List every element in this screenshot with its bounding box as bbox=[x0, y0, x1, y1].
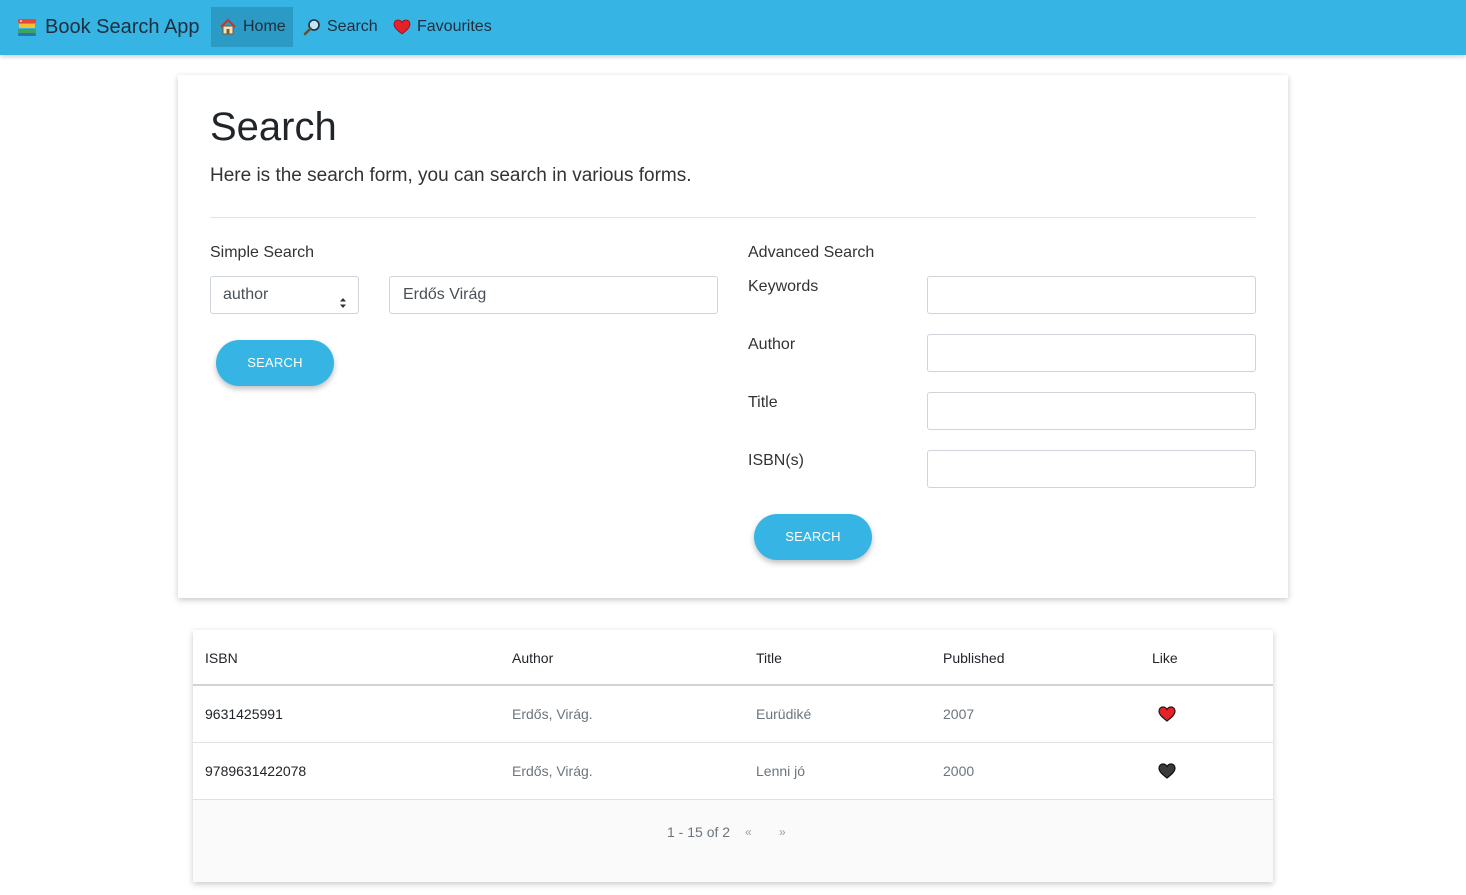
nav-search[interactable]: Search bbox=[295, 7, 385, 47]
isbn-input[interactable] bbox=[927, 450, 1256, 488]
advanced-search-label: Advanced Search bbox=[748, 244, 875, 261]
row-author: Erdős, Virág. bbox=[512, 763, 593, 779]
column-header-like[interactable]: Like bbox=[1152, 650, 1178, 666]
row-title: Eurüdiké bbox=[756, 706, 812, 722]
heart-icon bbox=[393, 18, 411, 36]
top-navbar: Book Search App Home Search Favourites bbox=[0, 0, 1466, 55]
liked-heart-icon[interactable] bbox=[1158, 706, 1176, 722]
search-field-select[interactable]: author bbox=[210, 276, 359, 314]
row-divider bbox=[193, 742, 1273, 743]
unliked-heart-icon[interactable] bbox=[1158, 763, 1176, 779]
simple-search-input[interactable]: Erdős Virág bbox=[389, 276, 718, 314]
simple-search-input-value: Erdős Virág bbox=[403, 286, 487, 303]
title-label: Title bbox=[748, 394, 778, 411]
isbn-label: ISBN(s) bbox=[748, 452, 804, 469]
select-caret-icon bbox=[338, 288, 348, 308]
page-title: Search bbox=[210, 105, 337, 149]
column-header-author[interactable]: Author bbox=[512, 650, 553, 666]
books-logo-icon bbox=[17, 17, 37, 37]
row-isbn: 9789631422078 bbox=[205, 763, 307, 779]
author-input[interactable] bbox=[927, 334, 1256, 372]
nav-home-label: Home bbox=[243, 18, 286, 35]
brand[interactable]: Book Search App bbox=[17, 13, 200, 41]
header-divider bbox=[193, 684, 1273, 686]
title-input[interactable] bbox=[927, 392, 1256, 430]
simple-search-label: Simple Search bbox=[210, 244, 315, 261]
pagination-next-button[interactable]: » bbox=[779, 825, 786, 839]
row-title: Lenni jó bbox=[756, 763, 806, 779]
nav-home[interactable]: Home bbox=[211, 7, 293, 47]
search-card: Search Here is the search form, you can … bbox=[178, 75, 1288, 598]
column-header-title[interactable]: Title bbox=[756, 650, 782, 666]
home-icon bbox=[219, 18, 237, 36]
row-published: 2000 bbox=[943, 763, 975, 779]
row-isbn: 9631425991 bbox=[205, 706, 283, 722]
keywords-input[interactable] bbox=[927, 276, 1256, 314]
search-field-select-value: author bbox=[223, 286, 269, 303]
nav-search-label: Search bbox=[327, 18, 378, 35]
divider bbox=[210, 217, 1256, 218]
search-icon bbox=[303, 18, 321, 36]
column-header-isbn[interactable]: ISBN bbox=[205, 650, 238, 666]
pagination-prev-button[interactable]: « bbox=[745, 825, 752, 839]
pagination-range: 1 - 15 of 2 bbox=[667, 824, 731, 840]
page-lead: Here is the search form, you can search … bbox=[210, 165, 692, 186]
simple-search-button[interactable]: SEARCH bbox=[216, 340, 334, 386]
row-author: Erdős, Virág. bbox=[512, 706, 593, 722]
results-table: ISBN Author Title Published Like 9631425… bbox=[193, 630, 1273, 882]
keywords-label: Keywords bbox=[748, 278, 819, 295]
author-label: Author bbox=[748, 336, 796, 353]
table-footer: 1 - 15 of 2 « » bbox=[193, 800, 1273, 882]
column-header-published[interactable]: Published bbox=[943, 650, 1005, 666]
nav-favourites-label: Favourites bbox=[417, 18, 492, 35]
row-published: 2007 bbox=[943, 706, 975, 722]
advanced-search-button[interactable]: SEARCH bbox=[754, 514, 872, 560]
brand-title: Book Search App bbox=[45, 15, 200, 38]
nav-favourites[interactable]: Favourites bbox=[385, 7, 500, 47]
